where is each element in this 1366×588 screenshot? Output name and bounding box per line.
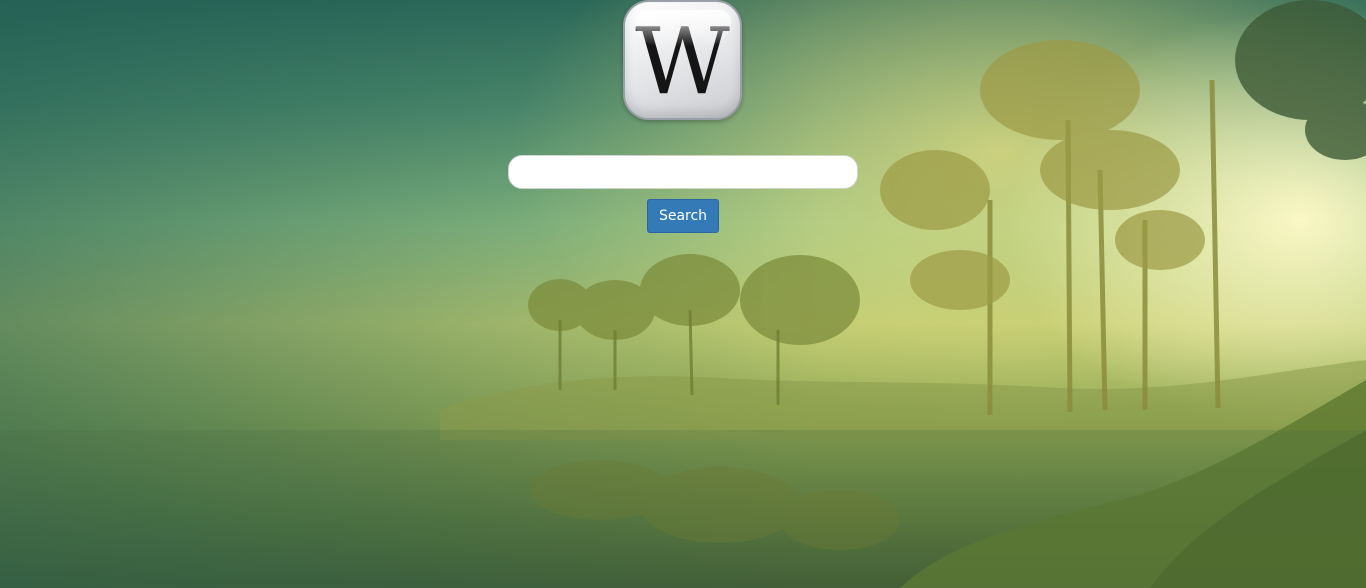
logo-letter: W: [635, 8, 730, 115]
wikipedia-logo-icon[interactable]: W: [623, 0, 742, 120]
search-input[interactable]: [508, 155, 858, 189]
search-button[interactable]: Search: [647, 199, 719, 233]
